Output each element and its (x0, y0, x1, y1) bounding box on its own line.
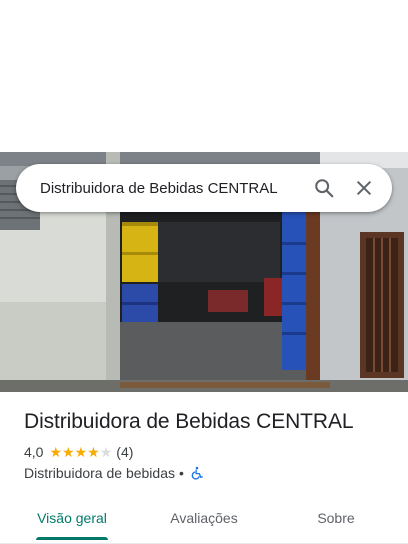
star-filled-icon: ★ (62, 444, 75, 460)
search-input[interactable]: Distribuidora de Bebidas CENTRAL (40, 180, 304, 197)
search-icon (315, 179, 334, 198)
active-tab-indicator (36, 537, 108, 540)
close-icon (357, 181, 371, 195)
search-bar[interactable]: Distribuidora de Bebidas CENTRAL (16, 164, 392, 212)
map-area-blank (0, 0, 408, 152)
review-count[interactable]: (4) (116, 444, 133, 460)
separator-dot: • (178, 465, 184, 481)
star-filled-icon: ★ (74, 444, 88, 460)
rating-row[interactable]: 4,0 ★ ★ ★ ★ ★ (4) (24, 444, 133, 460)
tab-reviews[interactable]: Avaliações (148, 496, 260, 540)
tab-bar: Visão geral Avaliações Sobre (0, 496, 408, 544)
rating-stars: ★ ★ ★ ★ ★ (49, 445, 112, 459)
tab-about[interactable]: Sobre (280, 496, 392, 540)
star-filled-icon: ★ (49, 444, 63, 460)
tab-overview[interactable]: Visão geral (16, 496, 128, 540)
star-filled-icon: ★ (87, 444, 100, 460)
close-button[interactable] (344, 168, 384, 208)
rating-value: 4,0 (24, 444, 44, 460)
place-category[interactable]: Distribuidora de bebidas (24, 465, 175, 481)
category-row: Distribuidora de bebidas • (24, 465, 204, 481)
star-empty-icon: ★ (99, 444, 113, 460)
place-info-panel: Distribuidora de Bebidas CENTRAL 4,0 ★ ★ ★… (0, 392, 408, 544)
place-title: Distribuidora de Bebidas CENTRAL (24, 410, 354, 433)
wheelchair-accessible-icon (190, 466, 204, 480)
search-button[interactable] (304, 168, 344, 208)
